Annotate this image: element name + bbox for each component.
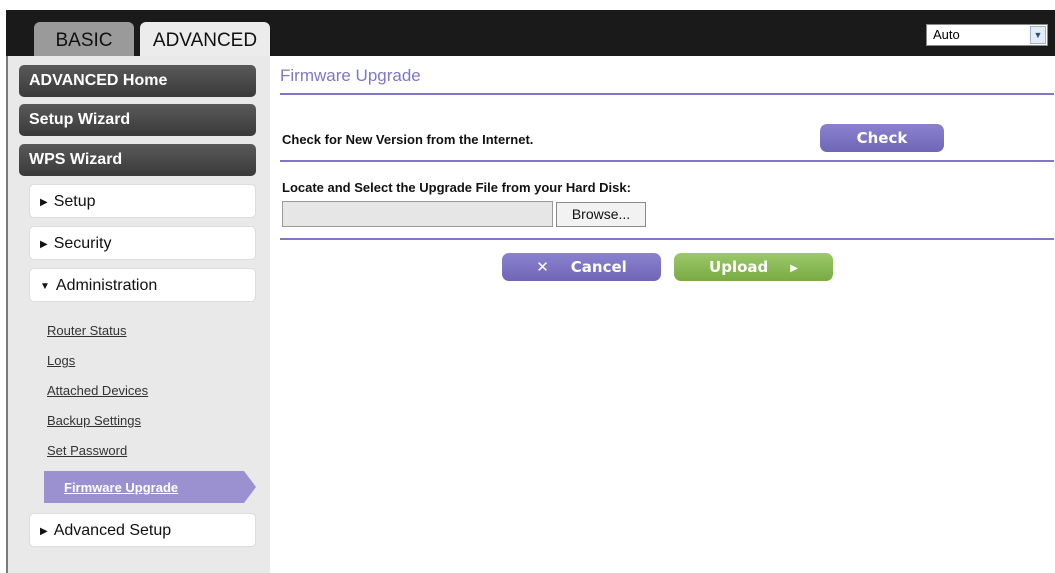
sidebar-item-security[interactable]: ▶ Security xyxy=(29,226,256,260)
check-button[interactable]: Check xyxy=(820,124,944,152)
setup-wizard-button[interactable]: Setup Wizard xyxy=(19,104,256,136)
sidebar-item-label: Security xyxy=(53,235,112,252)
file-path-input[interactable] xyxy=(282,201,553,227)
backup-settings-link[interactable]: Backup Settings xyxy=(47,413,141,428)
top-bar: BASIC ADVANCED xyxy=(6,10,1055,58)
sidebar-item-administration[interactable]: ▼ Administration xyxy=(29,268,256,302)
advanced-home-button[interactable]: ADVANCED Home xyxy=(19,65,256,97)
triangle-right-icon: ▶ xyxy=(40,197,48,208)
tab-basic[interactable]: BASIC xyxy=(34,22,134,58)
cancel-button-label: Cancel xyxy=(570,258,627,276)
triangle-right-icon: ▶ xyxy=(40,526,48,537)
attached-devices-link[interactable]: Attached Devices xyxy=(47,383,148,398)
wps-wizard-button[interactable]: WPS Wizard xyxy=(19,144,256,176)
upload-button-label: Upload xyxy=(709,258,769,276)
firmware-upgrade-link[interactable]: Firmware Upgrade xyxy=(64,480,178,495)
language-select-value: Auto xyxy=(933,27,960,42)
divider xyxy=(280,238,1054,240)
sidebar-item-label: Administration xyxy=(55,277,158,294)
upload-button[interactable]: Upload ▶ xyxy=(674,253,833,281)
divider xyxy=(280,93,1054,95)
triangle-down-icon: ▼ xyxy=(40,281,50,292)
divider xyxy=(280,160,1054,162)
sidebar-item-firmware-upgrade[interactable]: Firmware Upgrade xyxy=(44,471,256,503)
chevron-down-icon[interactable]: ▼ xyxy=(1030,26,1046,44)
sidebar-item-label: Setup xyxy=(53,193,96,210)
router-status-link[interactable]: Router Status xyxy=(47,323,127,338)
browse-button[interactable]: Browse... xyxy=(556,202,646,227)
page-title: Firmware Upgrade xyxy=(280,66,421,85)
set-password-link[interactable]: Set Password xyxy=(47,443,127,458)
sidebar-item-setup[interactable]: ▶ Setup xyxy=(29,184,256,218)
locate-file-label: Locate and Select the Upgrade File from … xyxy=(282,180,631,195)
sidebar-item-advanced-setup[interactable]: ▶ Advanced Setup xyxy=(29,513,256,547)
close-icon: ✕ xyxy=(536,258,549,276)
cancel-button[interactable]: ✕ Cancel xyxy=(502,253,661,281)
sidebar-edge xyxy=(6,56,8,573)
logs-link[interactable]: Logs xyxy=(47,353,75,368)
triangle-right-icon: ▶ xyxy=(790,263,798,274)
sidebar-item-label: Advanced Setup xyxy=(53,522,172,539)
check-version-label: Check for New Version from the Internet. xyxy=(282,132,534,147)
tab-advanced[interactable]: ADVANCED xyxy=(140,22,270,58)
triangle-right-icon: ▶ xyxy=(40,239,48,250)
language-select[interactable]: Auto ▼ xyxy=(926,24,1048,46)
